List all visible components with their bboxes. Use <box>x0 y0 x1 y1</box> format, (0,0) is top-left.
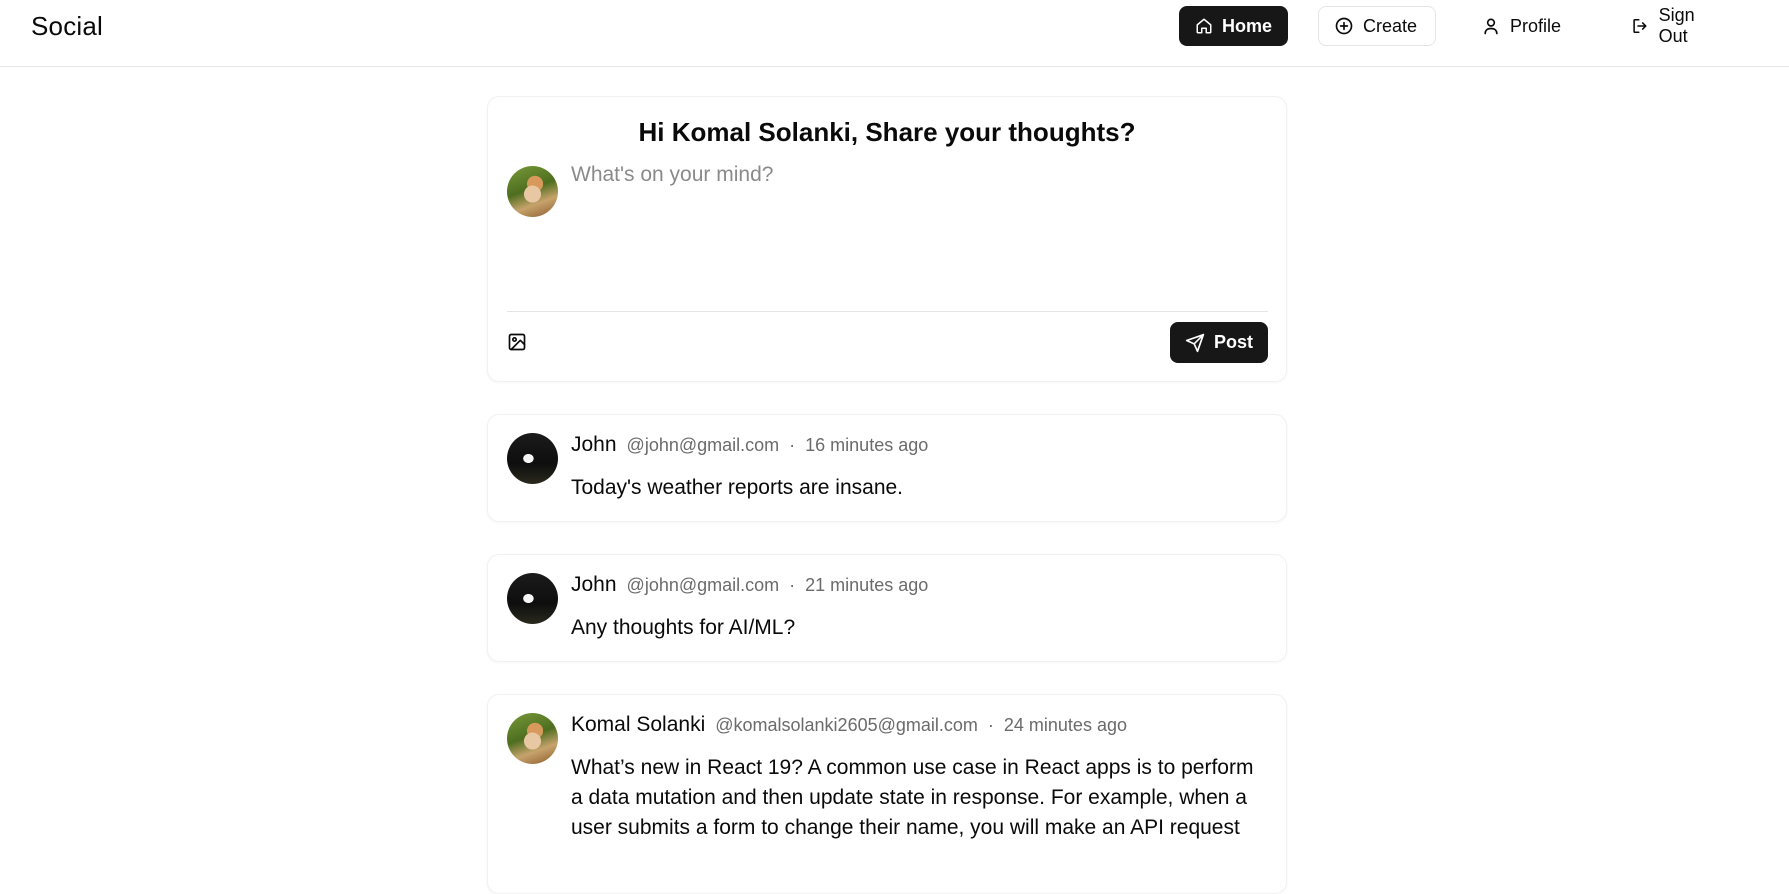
image-icon <box>508 333 526 351</box>
post-author-name[interactable]: Komal Solanki <box>571 713 705 737</box>
post-content: Today's weather reports are insane. <box>571 476 904 499</box>
nav-home-label: Home <box>1221 15 1272 36</box>
separator-dot: · <box>987 715 994 735</box>
avatar[interactable] <box>507 433 558 484</box>
post-author-name[interactable]: John <box>571 573 617 597</box>
post-author-handle: @komalsolanki2605@gmail.com <box>715 715 978 735</box>
post-content: Any thoughts for AI/ML? <box>571 616 796 639</box>
post-content: What’s new in React 19? A common use cas… <box>571 756 1254 839</box>
post-composer: Hi Komal Solanki, Share your thoughts? P… <box>487 96 1287 382</box>
plus-circle-icon <box>1335 17 1353 35</box>
post-card: John @john@gmail.com · 16 minutes ago To… <box>487 414 1287 522</box>
post-timestamp: 24 minutes ago <box>1003 715 1127 735</box>
avatar <box>507 166 558 217</box>
brand-logo[interactable]: Social <box>31 11 103 42</box>
post-card: John @john@gmail.com · 21 minutes ago An… <box>487 554 1287 662</box>
post-button-label: Post <box>1213 332 1253 352</box>
post-header: John @john@gmail.com · 16 minutes ago <box>571 433 928 457</box>
post-timestamp: 21 minutes ago <box>805 575 929 595</box>
separator-dot: · <box>789 435 796 455</box>
nav-profile-button[interactable]: Profile <box>1465 6 1588 46</box>
post-input[interactable] <box>571 163 1261 293</box>
log-out-icon <box>1633 19 1647 33</box>
nav-signout-button[interactable]: Sign Out <box>1615 5 1740 46</box>
user-icon <box>1484 18 1498 35</box>
post-header: Komal Solanki @komalsolanki2605@gmail.co… <box>571 713 1127 737</box>
post-card: Komal Solanki @komalsolanki2605@gmail.co… <box>487 694 1287 894</box>
send-icon <box>1185 333 1205 352</box>
nav-create-label: Create <box>1363 15 1418 36</box>
nav-profile-label: Profile <box>1510 15 1562 36</box>
avatar[interactable] <box>507 713 558 764</box>
post-header: John @john@gmail.com · 21 minutes ago <box>571 573 928 597</box>
nav-home-button[interactable]: Home <box>1179 6 1288 46</box>
nav-signout-label: Sign Out <box>1658 5 1695 46</box>
composer-title: Hi Komal Solanki, Share your thoughts? <box>638 117 1136 147</box>
add-image-button[interactable] <box>507 332 529 354</box>
separator-dot: · <box>789 575 796 595</box>
nav-create-button[interactable]: Create <box>1318 6 1436 46</box>
post-timestamp: 16 minutes ago <box>805 435 929 455</box>
avatar[interactable] <box>507 573 558 624</box>
post-button[interactable]: Post <box>1170 322 1268 363</box>
post-author-handle: @john@gmail.com <box>626 435 780 455</box>
top-navbar: Social Home Create Profile Sign Out <box>0 0 1789 67</box>
post-author-handle: @john@gmail.com <box>626 575 780 595</box>
post-author-name[interactable]: John <box>571 433 617 457</box>
divider <box>507 311 1268 312</box>
home-icon <box>1196 18 1212 34</box>
